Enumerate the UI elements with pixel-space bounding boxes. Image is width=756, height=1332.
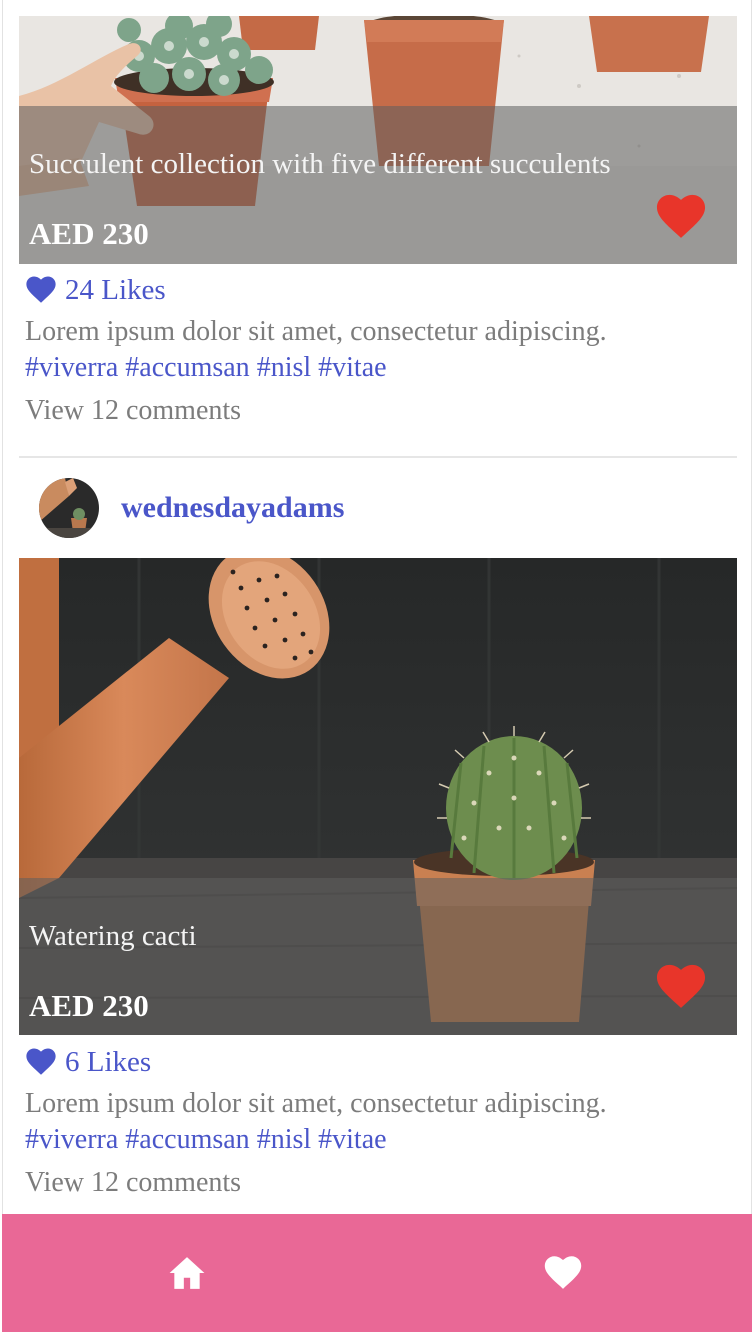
heart-icon[interactable] [544, 1254, 582, 1292]
hashtag-link[interactable]: #accumsan [125, 1124, 249, 1155]
view-comments-link[interactable]: View 12 comments [25, 395, 241, 427]
home-icon[interactable] [168, 1254, 206, 1292]
author-username[interactable]: wednesdayadams [121, 491, 344, 525]
hashtag-link[interactable]: #vitae [318, 352, 386, 383]
likes-counter[interactable]: 6 Likes [25, 1044, 151, 1080]
post-title: Succulent collection with five different… [29, 148, 611, 180]
likes-counter[interactable]: 24 Likes [25, 272, 166, 308]
avatar-image [39, 478, 99, 538]
caption-overlay: Watering cacti AED 230 [19, 878, 737, 1035]
feed-screen: Succulent collection with five different… [2, 0, 752, 1332]
post-tags: #viverra #accumsan #nisl #vitae [25, 352, 387, 384]
hashtag-link[interactable]: #viverra [25, 352, 118, 383]
post-details: 6 Likes Lorem ipsum dolor sit amet, cons… [19, 1042, 737, 1212]
hashtag-link[interactable]: #accumsan [125, 352, 249, 383]
heart-icon [26, 276, 56, 303]
likes-label: 24 Likes [65, 273, 166, 306]
view-comments-link[interactable]: View 12 comments [25, 1167, 241, 1199]
post-author: wednesdayadams [39, 478, 344, 538]
post-photo[interactable]: Watering cacti AED 230 [19, 558, 737, 1035]
bottom-tab-bar [2, 1214, 752, 1332]
avatar[interactable] [39, 478, 99, 538]
favorite-heart-icon[interactable] [655, 964, 707, 1010]
heart-icon [26, 1048, 56, 1075]
post-description: Lorem ipsum dolor sit amet, consectetur … [25, 316, 607, 347]
hashtag-link[interactable]: #viverra [25, 1124, 118, 1155]
likes-label: 6 Likes [65, 1045, 152, 1078]
post-tags: #viverra #accumsan #nisl #vitae [25, 1124, 387, 1156]
post-description: Lorem ipsum dolor sit amet, consectetur … [25, 1088, 607, 1119]
hashtag-link[interactable]: #nisl [257, 1124, 311, 1155]
post-price: AED 230 [29, 988, 149, 1023]
favorite-heart-icon[interactable] [655, 194, 707, 240]
post-title: Watering cacti [29, 920, 197, 952]
post-details: 24 Likes Lorem ipsum dolor sit amet, con… [19, 270, 737, 450]
post-photo[interactable]: Succulent collection with five different… [19, 16, 737, 264]
hashtag-link[interactable]: #nisl [257, 352, 311, 383]
post-divider [19, 456, 737, 458]
caption-overlay: Succulent collection with five different… [19, 106, 737, 264]
post-price: AED 230 [29, 216, 149, 251]
hashtag-link[interactable]: #vitae [318, 1124, 386, 1155]
